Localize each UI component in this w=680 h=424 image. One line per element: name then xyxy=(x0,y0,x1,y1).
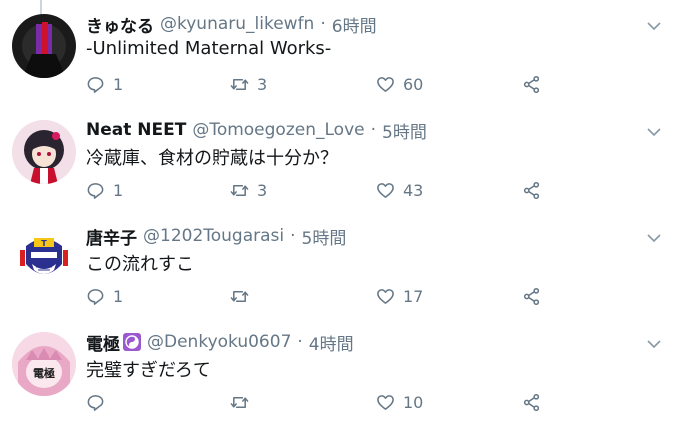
like-button[interactable]: 60 xyxy=(376,72,423,96)
tweet-actions: 1 3 43 xyxy=(86,178,556,202)
yin-yang-badge-icon xyxy=(123,333,141,351)
retweet-button[interactable]: 3 xyxy=(230,178,267,202)
retweet-button[interactable]: 3 xyxy=(230,72,267,96)
user-handle[interactable]: @kyunaru_likewfn xyxy=(160,14,314,34)
separator-dot: · xyxy=(320,14,326,34)
share-button[interactable] xyxy=(522,72,541,96)
retweet-button[interactable] xyxy=(230,284,257,308)
share-icon xyxy=(523,287,540,305)
avatar-text: 電極 xyxy=(33,366,55,380)
chevron-down-icon[interactable] xyxy=(646,336,662,352)
user-handle[interactable]: @Denkyoku0607 xyxy=(147,332,291,352)
like-button[interactable]: 43 xyxy=(376,178,423,202)
display-name[interactable]: 電極 xyxy=(86,330,120,355)
user-handle[interactable]: @1202Tougarasi xyxy=(143,226,284,246)
reply-count: 1 xyxy=(113,180,124,200)
retweet-icon xyxy=(230,78,249,90)
tweet-actions: 1 3 60 xyxy=(86,72,556,96)
like-count: 60 xyxy=(403,74,424,94)
anime-girl-avatar-icon xyxy=(12,120,76,184)
avatar[interactable]: T xyxy=(12,226,76,290)
tweet-header: Neat NEET @Tomoegozen_Love · 5時間 xyxy=(86,116,427,144)
chevron-down-icon[interactable] xyxy=(646,230,662,246)
reply-icon xyxy=(87,394,104,411)
heart-icon xyxy=(377,288,394,304)
share-icon xyxy=(523,181,540,199)
reply-count: 1 xyxy=(113,286,124,306)
tweet[interactable]: きゅなる @kyunaru_likewfn · 6時間 -Unlimited M… xyxy=(0,0,680,106)
tweet-header: 電極 @Denkyoku0607 · 4時間 xyxy=(86,328,354,356)
tweet[interactable]: T 唐辛子 @1202Tougarasi · 5時間 この流れすこ 1 17 xyxy=(0,212,680,318)
share-button[interactable] xyxy=(522,178,541,202)
dark-figure-avatar-icon xyxy=(12,14,76,78)
timestamp[interactable]: 5時間 xyxy=(382,118,427,143)
display-name[interactable]: Neat NEET xyxy=(86,120,186,140)
timestamp[interactable]: 6時間 xyxy=(332,12,377,37)
tweet-header: 唐辛子 @1202Tougarasi · 5時間 xyxy=(86,222,346,250)
svg-text:T: T xyxy=(41,239,47,248)
avatar[interactable] xyxy=(12,14,76,78)
tweet-text: -Unlimited Maternal Works- xyxy=(86,38,332,59)
tweet-header: きゅなる @kyunaru_likewfn · 6時間 xyxy=(86,10,377,38)
robot-face-avatar-icon: T xyxy=(12,226,76,290)
like-count: 17 xyxy=(403,286,424,306)
retweet-count: 3 xyxy=(257,180,268,200)
tweet-actions: 1 17 xyxy=(86,284,556,308)
reply-button[interactable] xyxy=(86,390,113,414)
timestamp[interactable]: 5時間 xyxy=(302,224,347,249)
reply-button[interactable]: 1 xyxy=(86,178,123,202)
chevron-down-icon[interactable] xyxy=(646,124,662,140)
tweet-actions: 10 xyxy=(86,390,556,414)
display-name[interactable]: 唐辛子 xyxy=(86,224,137,249)
tweet-text: 冷蔵庫、食材の貯蔵は十分か？ xyxy=(86,148,338,169)
heart-icon xyxy=(377,76,394,92)
retweet-icon xyxy=(230,396,249,408)
separator-dot: · xyxy=(297,332,303,352)
reply-icon xyxy=(87,76,104,93)
heart-icon xyxy=(377,182,394,198)
tweet[interactable]: Neat NEET @Tomoegozen_Love · 5時間 冷蔵庫、食材の… xyxy=(0,106,680,212)
retweet-icon xyxy=(230,184,249,196)
share-icon xyxy=(523,393,540,411)
tweet-text: この流れすこ xyxy=(86,254,194,275)
display-name[interactable]: きゅなる xyxy=(86,12,154,37)
reply-button[interactable]: 1 xyxy=(86,284,123,308)
like-button[interactable]: 10 xyxy=(376,390,423,414)
share-button[interactable] xyxy=(522,390,541,414)
like-count: 10 xyxy=(403,392,424,412)
retweet-button[interactable] xyxy=(230,390,257,414)
chevron-down-icon[interactable] xyxy=(646,18,662,34)
reply-icon xyxy=(87,182,104,199)
reply-count: 1 xyxy=(113,74,124,94)
like-button[interactable]: 17 xyxy=(376,284,423,308)
reply-button[interactable]: 1 xyxy=(86,72,123,96)
separator-dot: · xyxy=(290,226,296,246)
avatar[interactable] xyxy=(12,120,76,184)
pink-character-avatar-icon: 電極 xyxy=(12,332,76,396)
retweet-count: 3 xyxy=(257,74,268,94)
tweet-text: 完璧すぎだろて xyxy=(86,360,211,381)
user-handle[interactable]: @Tomoegozen_Love xyxy=(192,120,364,140)
heart-icon xyxy=(377,394,394,410)
avatar[interactable]: 電極 xyxy=(12,332,76,396)
reply-icon xyxy=(87,288,104,305)
timestamp[interactable]: 4時間 xyxy=(309,330,354,355)
tweet[interactable]: 電極 電極 @Denkyoku0607 · 4時間 完璧すぎだろて 10 xyxy=(0,318,680,424)
share-button[interactable] xyxy=(522,284,541,308)
separator-dot: · xyxy=(370,120,376,140)
share-icon xyxy=(523,75,540,93)
like-count: 43 xyxy=(403,180,424,200)
retweet-icon xyxy=(230,290,249,302)
